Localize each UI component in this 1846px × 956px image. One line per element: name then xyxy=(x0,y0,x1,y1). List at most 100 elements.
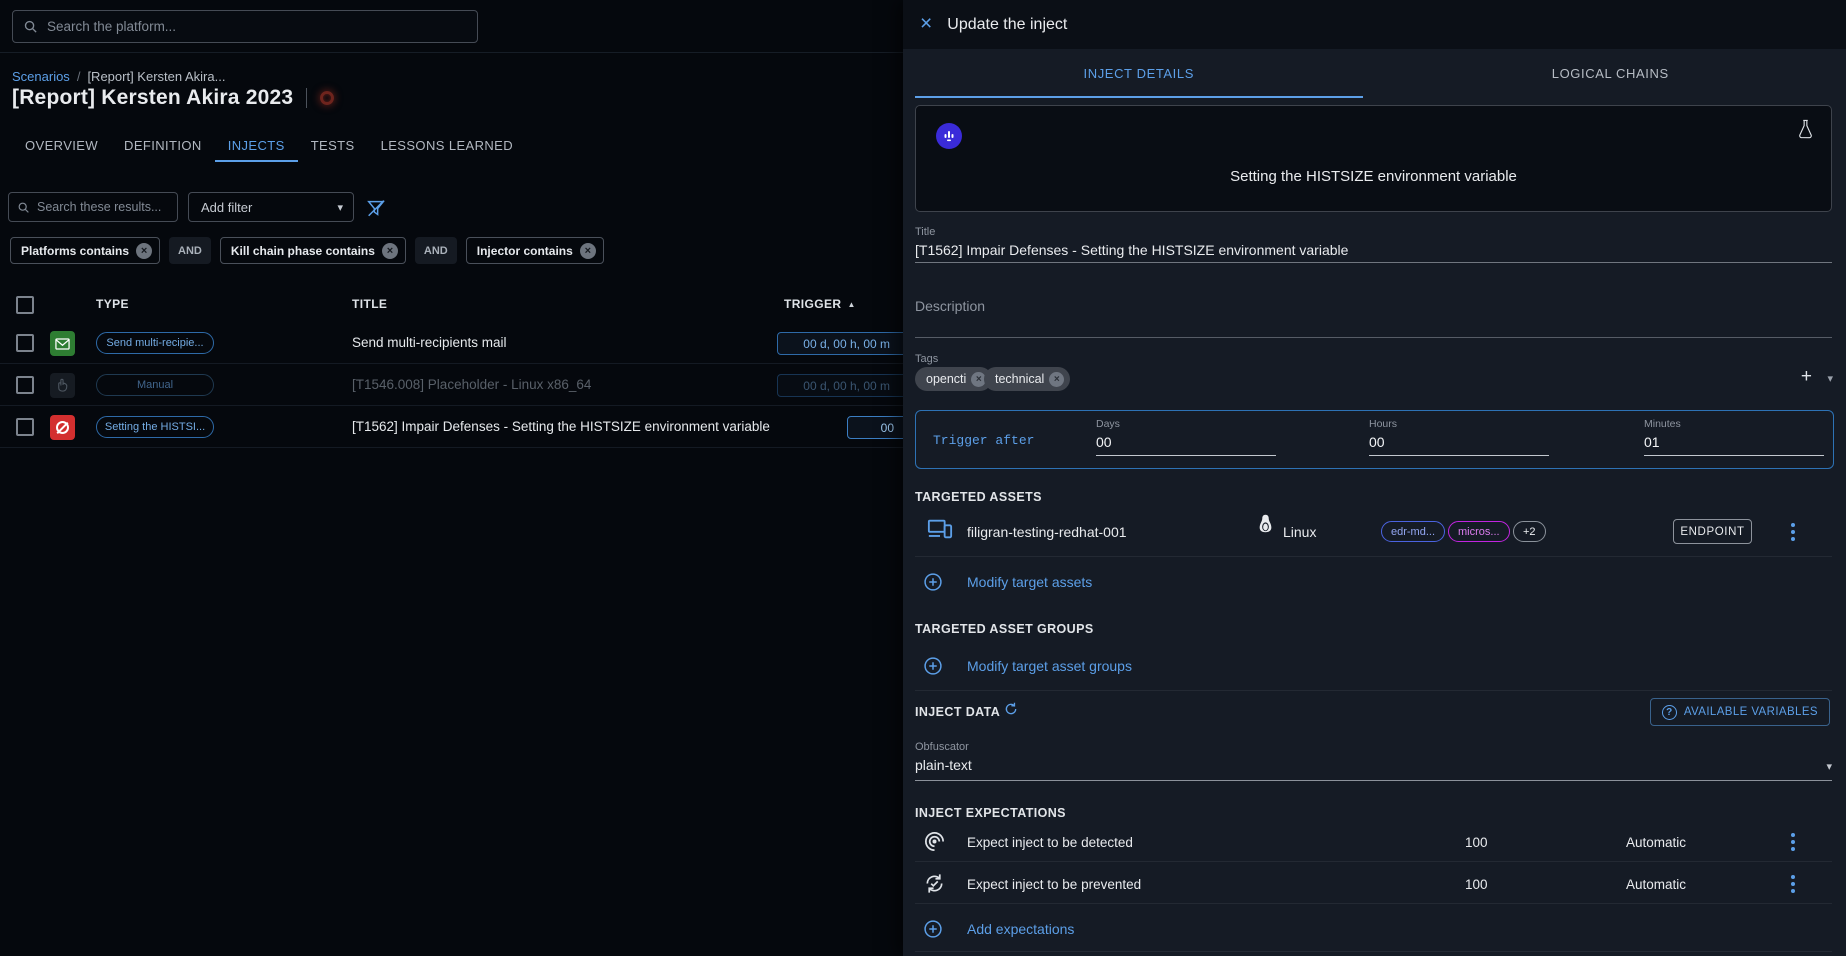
topbar-divider xyxy=(0,52,903,53)
obfuscator-label: Obfuscator xyxy=(915,741,969,753)
asset-tag-chip[interactable]: edr-md... xyxy=(1381,521,1445,542)
table-row[interactable]: Send multi-recipie... Send multi-recipie… xyxy=(0,322,920,364)
remove-tag-icon[interactable]: × xyxy=(1049,372,1064,387)
hours-underline xyxy=(1369,455,1549,456)
add-expectations-button[interactable]: Add expectations xyxy=(923,919,1074,939)
inject-type-chip[interactable]: Manual xyxy=(96,374,214,396)
remove-filter-icon[interactable]: × xyxy=(382,243,398,259)
tab-definition[interactable]: DEFINITION xyxy=(111,130,215,162)
plus-circle-icon xyxy=(923,919,943,939)
tab-inject-details[interactable]: INJECT DETAILS xyxy=(903,49,1375,98)
tag-chip-opencti[interactable]: opencti × xyxy=(915,367,992,391)
minutes-underline xyxy=(1644,455,1824,456)
app-root: Scenarios / [Report] Kersten Akira... [R… xyxy=(0,0,1846,956)
tab-tests[interactable]: TESTS xyxy=(298,130,368,162)
days-label: Days xyxy=(1096,418,1120,430)
expectation-label: Expect inject to be prevented xyxy=(967,877,1141,892)
filter-chip-platforms[interactable]: Platforms contains × xyxy=(10,237,160,264)
column-header-title[interactable]: TITLE xyxy=(352,297,387,311)
drawer-header: × Update the inject xyxy=(903,0,1846,49)
tag-chip-technical[interactable]: technical × xyxy=(984,367,1070,391)
expectation-mode: Automatic xyxy=(1626,877,1686,892)
title-field-value[interactable]: [T1562] Impair Defenses - Setting the HI… xyxy=(915,242,1348,258)
filter-chip-injector[interactable]: Injector contains × xyxy=(466,237,604,264)
title-field-underline xyxy=(915,262,1832,263)
email-injector-icon xyxy=(50,331,75,356)
remove-filter-icon[interactable]: × xyxy=(580,243,596,259)
asset-tag-chip[interactable]: micros... xyxy=(1448,521,1510,542)
hours-value[interactable]: 00 xyxy=(1369,434,1385,450)
title-divider xyxy=(306,88,307,108)
injector-icon xyxy=(936,123,962,149)
available-variables-button[interactable]: ? AVAILABLE VARIABLES xyxy=(1650,698,1830,726)
days-value[interactable]: 00 xyxy=(1096,434,1112,450)
expectation-score: 100 xyxy=(1465,835,1488,850)
expectation-label: Expect inject to be detected xyxy=(967,835,1133,850)
trigger-hours-field[interactable]: Hours 00 xyxy=(1369,411,1549,468)
tab-lessons-learned[interactable]: LESSONS LEARNED xyxy=(368,130,526,162)
targeted-asset-groups-header: TARGETED ASSET GROUPS xyxy=(915,622,1094,636)
expectation-menu-icon[interactable] xyxy=(1783,875,1803,893)
expectation-mode: Automatic xyxy=(1626,835,1686,850)
inject-type-chip[interactable]: Send multi-recipie... xyxy=(96,332,214,354)
add-tag-icon[interactable]: + xyxy=(1801,366,1812,388)
select-all-checkbox[interactable] xyxy=(16,296,34,314)
modify-target-assets-button[interactable]: Modify target assets xyxy=(923,572,1092,592)
column-header-type[interactable]: TYPE xyxy=(96,297,129,311)
asset-menu-icon[interactable] xyxy=(1783,523,1803,541)
mail-icon xyxy=(55,338,70,350)
targeted-assets-header: TARGETED ASSETS xyxy=(915,490,1042,504)
divider xyxy=(915,951,1832,952)
description-field[interactable]: Description xyxy=(915,298,985,314)
column-header-trigger[interactable]: TRIGGER▲ xyxy=(784,297,856,311)
devices-icon xyxy=(927,518,953,545)
table-row[interactable]: Manual [T1546.008] Placeholder - Linux x… xyxy=(0,364,920,406)
close-icon[interactable]: × xyxy=(920,13,932,34)
asset-kind-chip: ENDPOINT xyxy=(1673,519,1752,544)
add-expectations-label: Add expectations xyxy=(967,921,1074,937)
description-field-underline xyxy=(915,337,1832,338)
refresh-icon[interactable] xyxy=(1003,701,1019,722)
available-variables-label: AVAILABLE VARIABLES xyxy=(1684,706,1818,718)
inject-type-chip[interactable]: Setting the HISTSI... xyxy=(96,416,214,438)
add-filter-label: Add filter xyxy=(201,200,252,215)
trigger-chip[interactable]: 00 d, 00 h, 00 m xyxy=(777,374,907,397)
chevron-down-icon[interactable]: ▾ xyxy=(1826,760,1832,773)
asset-platform: Linux xyxy=(1283,524,1316,540)
trigger-days-field[interactable]: Days 00 xyxy=(1096,411,1276,468)
tab-logical-chains[interactable]: LOGICAL CHAINS xyxy=(1375,49,1846,98)
global-search[interactable] xyxy=(12,10,478,43)
filter-operator-and[interactable]: AND xyxy=(169,237,211,264)
remove-filter-icon[interactable]: × xyxy=(136,243,152,259)
tab-overview[interactable]: OVERVIEW xyxy=(12,130,111,162)
contract-title: Setting the HISTSIZE environment variabl… xyxy=(916,168,1831,185)
filter-chip-kill-chain-phase[interactable]: Kill chain phase contains × xyxy=(220,237,406,264)
modify-target-asset-groups-button[interactable]: Modify target asset groups xyxy=(923,656,1132,676)
row-checkbox[interactable] xyxy=(16,334,34,352)
filter-operator-and[interactable]: AND xyxy=(415,237,457,264)
asset-tag-overflow-chip[interactable]: +2 xyxy=(1513,521,1546,542)
inject-title: Send multi-recipients mail xyxy=(352,335,507,350)
expectation-score: 100 xyxy=(1465,877,1488,892)
trigger-chip[interactable]: 00 d, 00 h, 00 m xyxy=(777,332,907,355)
add-filter-select[interactable]: Add filter ▾ xyxy=(188,192,354,222)
update-inject-drawer: × Update the inject INJECT DETAILS LOGIC… xyxy=(903,0,1846,956)
expectation-menu-icon[interactable] xyxy=(1783,833,1803,851)
breadcrumb-scenarios-link[interactable]: Scenarios xyxy=(12,69,70,84)
clear-filters-button[interactable] xyxy=(364,196,388,220)
row-checkbox[interactable] xyxy=(16,418,34,436)
scenario-status-ring-icon xyxy=(320,91,334,105)
obfuscator-select[interactable]: plain-text xyxy=(915,757,972,773)
global-search-input[interactable] xyxy=(47,19,467,34)
results-search[interactable] xyxy=(8,192,178,222)
obfuscator-underline xyxy=(915,780,1832,781)
table-row[interactable]: Setting the HISTSI... [T1562] Impair Def… xyxy=(0,406,920,448)
row-checkbox[interactable] xyxy=(16,376,34,394)
trigger-minutes-field[interactable]: Minutes 01 xyxy=(1644,411,1824,468)
minutes-value[interactable]: 01 xyxy=(1644,434,1660,450)
breadcrumb-separator: / xyxy=(77,69,81,84)
modify-target-asset-groups-label: Modify target asset groups xyxy=(967,658,1132,674)
tags-dropdown-icon[interactable]: ▾ xyxy=(1827,372,1833,385)
tab-injects[interactable]: INJECTS xyxy=(215,130,298,162)
results-search-input[interactable] xyxy=(37,200,169,214)
